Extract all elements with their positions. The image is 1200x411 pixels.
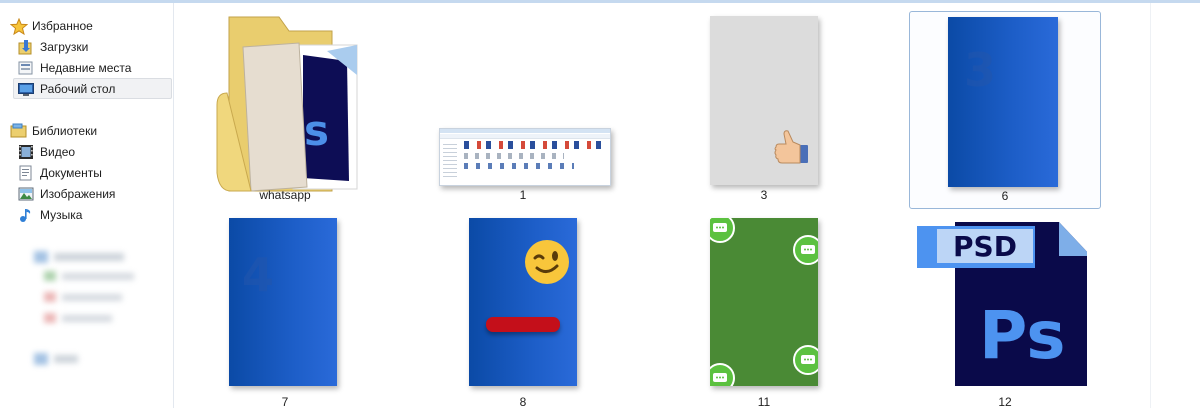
image-thumbnail: 4: [229, 218, 337, 386]
file-item-image[interactable]: 3: [668, 11, 860, 209]
video-library-icon: [18, 144, 34, 160]
image-thumbnail: [469, 218, 577, 386]
psd-badge-text: PSD: [937, 229, 1033, 263]
pictures-library-icon: [18, 186, 34, 202]
file-list-view: s whatsapp 1 3 3 6 4 7 8 11 Ps PSD 12: [174, 3, 1149, 411]
nav-favorites[interactable]: Избранное: [9, 15, 172, 36]
thumbs-up-icon: [774, 130, 808, 164]
nav-video[interactable]: Видео: [14, 141, 172, 162]
file-item-folder[interactable]: s whatsapp: [189, 11, 381, 209]
nav-pictures[interactable]: Изображения: [14, 183, 172, 204]
screenshot-thumbnail: [439, 128, 611, 186]
file-item-image[interactable]: 11: [668, 213, 860, 411]
downloads-folder-icon: [18, 39, 34, 55]
recent-places-icon: [18, 60, 34, 76]
winking-emoji-icon: [525, 240, 569, 284]
file-name: 6: [1001, 189, 1009, 203]
documents-library-icon: [18, 165, 34, 181]
minus-bar: [486, 317, 560, 332]
nav-video-label: Видео: [40, 144, 76, 159]
desktop-icon: [18, 81, 34, 97]
chat-bubbles-icon: [710, 218, 818, 386]
page-digit: 4: [242, 248, 275, 302]
navigation-pane: Избранное Загрузки Недавние места Рабочи…: [0, 3, 174, 408]
svg-text:Ps: Ps: [979, 297, 1066, 374]
nav-pictures-label: Изображения: [40, 186, 116, 201]
nav-favorites-label: Избранное: [32, 18, 93, 33]
nav-music-label: Музыка: [40, 207, 83, 222]
nav-downloads[interactable]: Загрузки: [14, 36, 172, 57]
nav-documents[interactable]: Документы: [14, 162, 172, 183]
nav-music[interactable]: Музыка: [14, 204, 172, 225]
svg-text:s: s: [304, 106, 329, 155]
file-name: 11: [757, 395, 771, 409]
nav-downloads-label: Загрузки: [40, 39, 89, 54]
file-name: 1: [519, 188, 527, 202]
file-item-image[interactable]: 1: [427, 11, 619, 209]
psd-label-badge: PSD: [917, 226, 1035, 268]
scrollbar-track[interactable]: [1150, 3, 1200, 408]
music-library-icon: [18, 207, 34, 223]
nav-recent-places-label: Недавние места: [40, 60, 132, 75]
nav-libraries[interactable]: Библиотеки: [10, 120, 172, 141]
file-item-image-selected[interactable]: 3 6: [909, 11, 1101, 209]
file-item-psd[interactable]: Ps PSD 12: [909, 213, 1101, 411]
libraries-icon: [10, 123, 27, 139]
file-name: 8: [519, 395, 527, 409]
nav-documents-label: Документы: [40, 165, 102, 180]
nav-desktop-label: Рабочий стол: [40, 81, 116, 96]
star-icon: [9, 17, 29, 35]
image-thumbnail: [710, 16, 818, 185]
file-name: whatsapp: [259, 188, 311, 202]
folder-icon: s: [216, 16, 358, 192]
file-name: 7: [281, 395, 289, 409]
page-digit: 3: [964, 43, 997, 97]
file-item-image[interactable]: 4 7: [189, 213, 381, 411]
nav-libraries-label: Библиотеки: [32, 123, 98, 138]
file-name: 3: [760, 188, 768, 202]
file-name: 12: [998, 395, 1012, 409]
nav-recent-places[interactable]: Недавние места: [14, 57, 172, 78]
image-thumbnail: [710, 218, 818, 386]
image-thumbnail: 3: [948, 17, 1058, 187]
nav-desktop[interactable]: Рабочий стол: [13, 78, 172, 99]
file-item-image[interactable]: 8: [427, 213, 619, 411]
